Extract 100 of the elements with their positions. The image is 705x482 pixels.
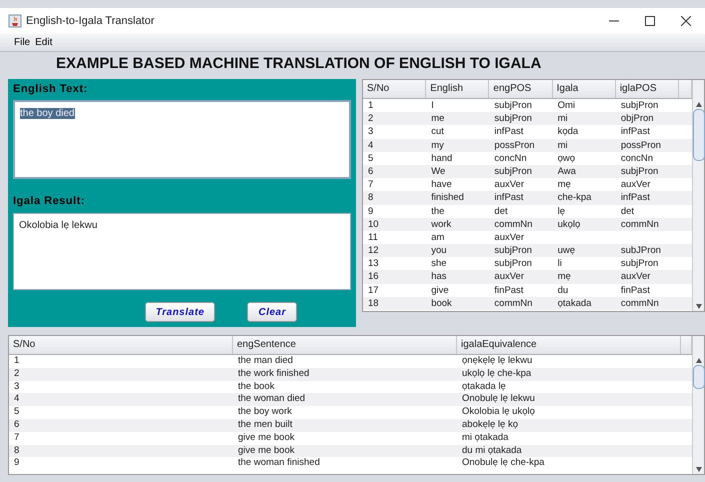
table-cell: Onobulẹ lẹ lekwu xyxy=(462,393,535,404)
table-cell: kọda xyxy=(558,126,578,138)
table-cell: the woman died xyxy=(238,393,306,404)
table-cell: 9 xyxy=(14,457,20,468)
table-cell: subjPron xyxy=(494,245,532,256)
table-cell: ọtakada xyxy=(558,298,592,309)
table-cell: 2 xyxy=(368,113,374,124)
table-cell: Omi xyxy=(558,100,576,111)
table-cell: the boy work xyxy=(238,406,292,418)
table-cell: possPron xyxy=(494,140,535,151)
table-cell: commNn xyxy=(620,298,659,309)
scroll-down-icon[interactable] xyxy=(696,304,702,309)
table-cell: infPast xyxy=(494,192,524,204)
table-cell: concNn xyxy=(494,152,527,164)
table-cell: auxVer xyxy=(494,232,524,243)
table-cell: the xyxy=(431,206,444,216)
table-cell: possPron xyxy=(620,140,661,151)
table-cell: infPast xyxy=(620,126,650,138)
table-cell: finPast xyxy=(494,284,524,296)
igala-result-field[interactable]: Okolobia lẹ lekwu xyxy=(13,213,351,290)
clear-button[interactable]: Clear xyxy=(247,302,297,322)
table-cell: mi xyxy=(558,140,568,151)
table-cell: 3 xyxy=(368,126,374,138)
scroll-up-icon[interactable] xyxy=(696,102,702,107)
table-cell: che-kpa xyxy=(558,192,592,204)
column-header[interactable]: English xyxy=(426,80,490,98)
table-cell: hand xyxy=(431,152,452,164)
table-cell: 5 xyxy=(14,406,20,418)
table-cell: I xyxy=(431,100,434,111)
table-cell: 8 xyxy=(368,192,374,204)
maximize-icon[interactable] xyxy=(645,16,655,26)
scroll-down-icon[interactable] xyxy=(696,467,702,472)
scroll-thumb[interactable] xyxy=(692,109,704,161)
table-cell: 4 xyxy=(368,140,374,151)
table-cell: infPast xyxy=(494,126,524,138)
table-cell: abokẹlẹ lẹ kọ xyxy=(462,418,518,430)
table-cell: commNn xyxy=(494,298,532,309)
table-cell: concNn xyxy=(620,152,654,164)
window-title: English-to-Igala Translator xyxy=(26,15,154,27)
table-cell: me xyxy=(431,113,444,124)
scrollbar[interactable] xyxy=(692,80,704,311)
close-icon[interactable] xyxy=(681,16,691,26)
table-cell: the book xyxy=(238,380,274,392)
table-cell: ọnẹkẹlẹ lẹ lekwu xyxy=(462,355,532,366)
table-cell: Okolobia lẹ ukọlọ xyxy=(462,406,535,418)
table-cell: subjPron xyxy=(494,166,532,177)
table-cell: 6 xyxy=(368,166,374,177)
scroll-thumb[interactable] xyxy=(692,365,704,389)
table-cell: auxVer xyxy=(620,179,650,190)
column-header[interactable]: engPOS xyxy=(489,80,553,98)
menu-item[interactable]: Edit xyxy=(35,37,52,48)
table-cell: mi xyxy=(558,113,568,124)
table-cell: 7 xyxy=(14,432,20,443)
table-cell: 7 xyxy=(368,179,374,190)
table-cell: auxVer xyxy=(494,271,524,282)
field-label: English Text: xyxy=(13,82,89,97)
table-cell: 1 xyxy=(368,100,374,111)
table-cell: subJPron xyxy=(620,245,661,256)
table-cell: am xyxy=(431,232,444,243)
table-cell: the woman finished xyxy=(238,457,320,468)
table-cell: mi ọtakada xyxy=(462,432,508,443)
column-header[interactable]: S/No xyxy=(9,336,233,354)
table-cell: li xyxy=(558,258,562,270)
table-cell: the men built xyxy=(238,418,292,430)
table-cell: Onobulẹ lẹ che-kpa xyxy=(462,457,544,468)
table-cell: 3 xyxy=(14,380,20,392)
table-cell: 8 xyxy=(14,444,20,456)
table-cell: We xyxy=(431,166,446,177)
table-cell: 2 xyxy=(14,368,20,379)
column-header[interactable]: igalaEquivalence xyxy=(457,336,681,354)
table-cell: work xyxy=(431,218,452,230)
table-cell: 4 xyxy=(14,393,20,404)
scroll-up-icon[interactable] xyxy=(696,358,702,363)
table-cell: 16 xyxy=(368,271,379,282)
column-header[interactable]: Igala xyxy=(552,80,616,98)
table-cell: ukọlọ lẹ che-kpa xyxy=(462,368,532,379)
table-cell: have xyxy=(431,179,452,190)
table-cell: det xyxy=(494,206,508,216)
table-cell: the work finished xyxy=(238,368,310,379)
table-cell: mẹ xyxy=(558,271,571,282)
table-cell: finPast xyxy=(620,284,650,296)
table-cell: mẹ xyxy=(558,179,571,190)
menu-item[interactable]: File xyxy=(14,37,30,48)
scrollbar[interactable] xyxy=(692,336,704,474)
table-cell: cut xyxy=(431,126,444,138)
table-cell: subjPron xyxy=(494,100,532,111)
table-cell: 17 xyxy=(368,284,379,296)
column-header[interactable]: engSentence xyxy=(233,336,457,354)
table-cell: 1 xyxy=(14,355,20,366)
english-text-field[interactable]: the boy died xyxy=(13,100,351,179)
field-label: Igala Result: xyxy=(13,194,86,209)
table-cell: du mi ọtakada xyxy=(462,444,522,456)
table-cell: 9 xyxy=(368,206,374,216)
translate-button[interactable]: Translate xyxy=(144,302,216,322)
table-cell: give xyxy=(431,284,449,296)
column-header[interactable]: S/No xyxy=(363,80,426,98)
table-cell: auxVer xyxy=(620,271,650,282)
column-header[interactable]: iglaPOS xyxy=(616,80,680,98)
table-cell: 11 xyxy=(368,232,378,243)
table-cell: ọtakada lẹ xyxy=(462,380,506,392)
